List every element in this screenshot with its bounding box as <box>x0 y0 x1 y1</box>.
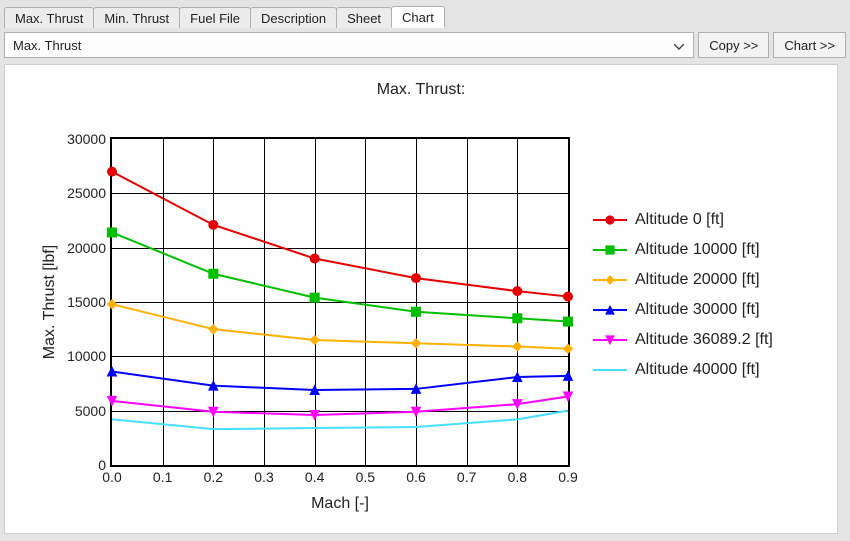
chart-series <box>112 139 568 465</box>
toolbar: Max. Thrust Copy >> Chart >> <box>4 32 846 58</box>
legend-swatch <box>593 363 627 377</box>
y-tick-label: 20000 <box>51 240 112 256</box>
legend-swatch <box>593 213 627 227</box>
legend-item: Altitude 30000 [ft] <box>593 295 773 325</box>
legend-swatch <box>593 243 627 257</box>
tab-description[interactable]: Description <box>250 7 337 28</box>
legend-label: Altitude 40000 [ft] <box>635 361 760 379</box>
chart-title: Max. Thrust: <box>5 81 837 99</box>
tab-max-thrust[interactable]: Max. Thrust <box>4 7 94 28</box>
legend-swatch <box>593 303 627 317</box>
legend-label: Altitude 20000 [ft] <box>635 271 760 289</box>
legend-swatch <box>593 273 627 287</box>
legend-item: Altitude 0 [ft] <box>593 205 773 235</box>
x-tick-label: 0.3 <box>254 465 273 485</box>
dropdown-value: Max. Thrust <box>13 38 81 53</box>
x-tick-label: 0.2 <box>204 465 223 485</box>
chart-panel: Max. Thrust: Max. Thrust [lbf] 0.00.10.2… <box>4 64 838 534</box>
y-tick-label: 30000 <box>51 131 112 147</box>
plot-area: 0.00.10.20.30.40.50.60.70.80.90500010000… <box>110 137 570 467</box>
tab-min-thrust[interactable]: Min. Thrust <box>93 7 180 28</box>
legend-label: Altitude 10000 [ft] <box>635 241 760 259</box>
tab-chart[interactable]: Chart <box>391 6 445 28</box>
series-dropdown[interactable]: Max. Thrust <box>4 32 694 58</box>
legend-label: Altitude 36089.2 [ft] <box>635 331 773 349</box>
legend-item: Altitude 20000 [ft] <box>593 265 773 295</box>
tab-sheet[interactable]: Sheet <box>336 7 392 28</box>
x-tick-label: 0.5 <box>356 465 375 485</box>
x-tick-label: 0.6 <box>406 465 425 485</box>
tab-strip: Max. Thrust Min. Thrust Fuel File Descri… <box>4 4 846 28</box>
y-tick-label: 0 <box>51 457 112 473</box>
legend: Altitude 0 [ft] Altitude 10000 [ft] Altitu… <box>593 205 773 385</box>
legend-item: Altitude 10000 [ft] <box>593 235 773 265</box>
y-tick-label: 10000 <box>51 348 112 364</box>
copy-button[interactable]: Copy >> <box>698 32 769 58</box>
legend-label: Altitude 0 [ft] <box>635 211 724 229</box>
legend-swatch <box>593 333 627 347</box>
tab-fuel-file[interactable]: Fuel File <box>179 7 251 28</box>
legend-item: Altitude 40000 [ft] <box>593 355 773 385</box>
x-tick-label: 0.9 <box>558 465 577 485</box>
x-axis-label: Mach [-] <box>110 495 570 513</box>
legend-label: Altitude 30000 [ft] <box>635 301 760 319</box>
x-tick-label: 0.1 <box>153 465 172 485</box>
x-tick-label: 0.4 <box>305 465 324 485</box>
y-tick-label: 5000 <box>51 403 112 419</box>
x-tick-label: 0.7 <box>457 465 476 485</box>
chevron-down-icon <box>669 38 689 53</box>
y-tick-label: 25000 <box>51 185 112 201</box>
x-tick-label: 0.8 <box>508 465 527 485</box>
y-tick-label: 15000 <box>51 294 112 310</box>
chart-button[interactable]: Chart >> <box>773 32 846 58</box>
legend-item: Altitude 36089.2 [ft] <box>593 325 773 355</box>
